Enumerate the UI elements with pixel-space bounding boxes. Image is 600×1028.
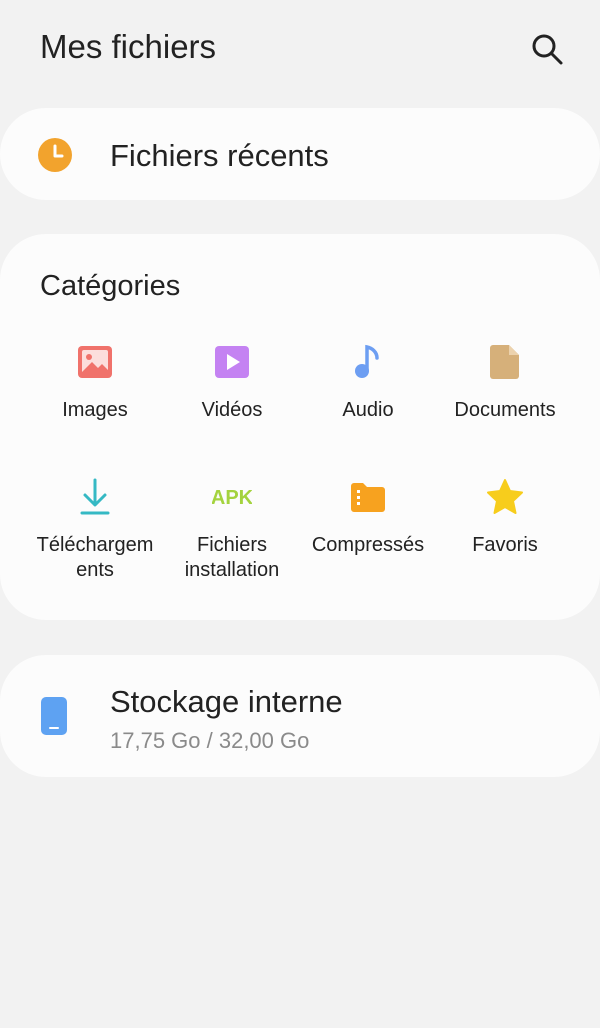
- category-videos[interactable]: Vidéos: [162, 342, 302, 423]
- category-favorites[interactable]: Favoris: [435, 477, 575, 558]
- category-label: Fichiers installation: [184, 534, 280, 581]
- clock-icon: [38, 138, 72, 172]
- recent-files-label: Fichiers récents: [110, 138, 329, 173]
- category-label: Téléchargem ents: [36, 534, 154, 581]
- storage-title: Stockage interne: [110, 684, 343, 719]
- category-label: Favoris: [472, 534, 538, 556]
- search-icon[interactable]: [530, 32, 564, 66]
- image-icon: [78, 346, 112, 378]
- document-icon: [490, 345, 519, 379]
- star-icon: [487, 479, 523, 514]
- svg-text:APK: APK: [212, 487, 252, 509]
- storage-usage: 17,75 Go / 32,00 Go: [110, 728, 310, 753]
- compressed-folder-icon: [351, 483, 385, 512]
- phone-icon: [41, 697, 67, 735]
- app-header: Mes fichiers: [0, 0, 600, 100]
- category-install-files[interactable]: APK Fichiers installation: [162, 477, 302, 583]
- category-label: Vidéos: [201, 399, 263, 421]
- category-label: Audio: [342, 399, 394, 421]
- category-label: Documents: [454, 399, 556, 421]
- category-images[interactable]: Images: [25, 342, 165, 423]
- category-audio[interactable]: Audio: [298, 342, 438, 423]
- download-icon: [80, 478, 110, 515]
- video-icon: [215, 346, 249, 378]
- category-label: Images: [62, 399, 128, 421]
- category-label: Compressés: [311, 534, 425, 556]
- categories-title: Catégories: [40, 270, 181, 302]
- apk-icon: APK: [212, 487, 252, 509]
- category-documents[interactable]: Documents: [435, 342, 575, 423]
- category-downloads[interactable]: Téléchargem ents: [25, 477, 165, 583]
- category-compressed[interactable]: Compressés: [298, 477, 438, 558]
- music-note-icon: [355, 344, 379, 378]
- page-title: Mes fichiers: [40, 28, 217, 65]
